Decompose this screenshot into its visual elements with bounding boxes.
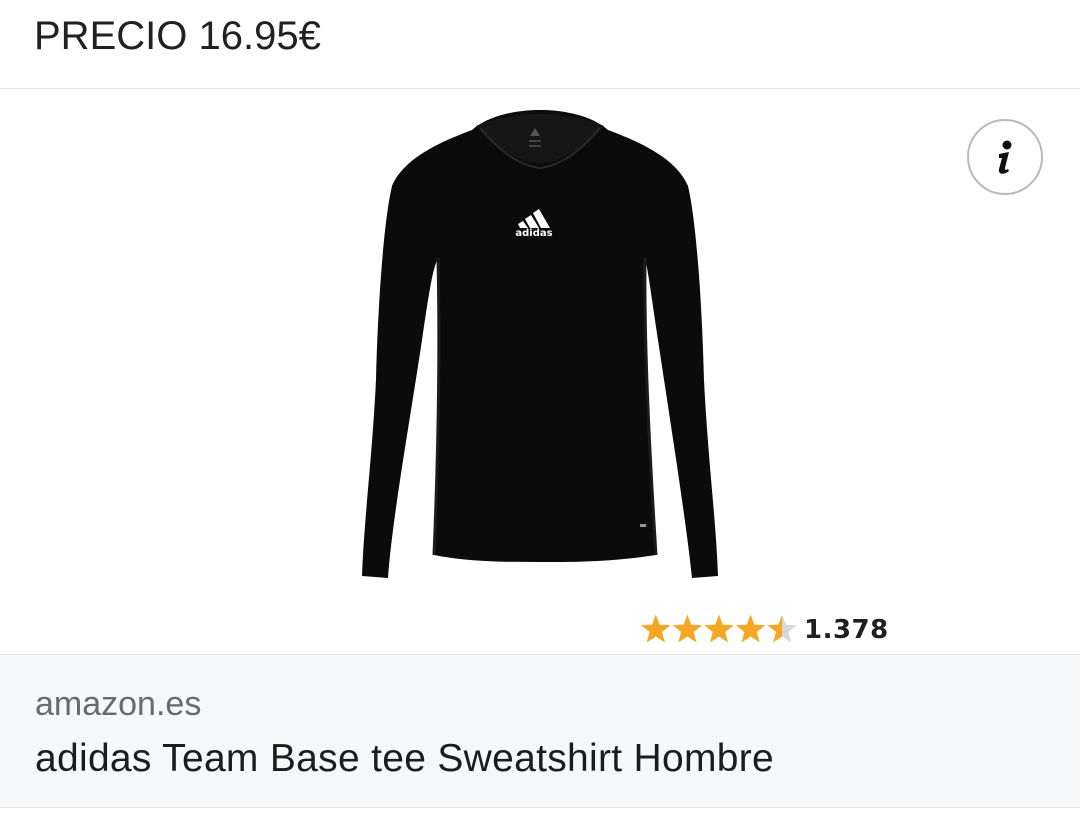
product-rating: 1.378 [640,610,889,650]
long-sleeve-shirt-image: adidas [362,110,718,578]
cutoff-link-text[interactable] [36,0,506,4]
star-icon [735,614,766,643]
product-image[interactable]: adidas [340,100,740,590]
star-icon [767,614,797,643]
logo-text: adidas [515,228,552,239]
product-title[interactable]: adidas Team Base tee Sweatshirt Hombre [35,737,774,781]
star-icon [641,614,671,643]
divider [0,88,1080,89]
info-icon [998,140,1012,174]
result-footer[interactable]: amazon.es adidas Team Base tee Sweatshir… [0,654,1080,808]
info-button[interactable] [967,119,1043,195]
star-rating-icon [641,614,797,643]
star-icon [672,614,703,643]
source-domain: amazon.es [35,685,202,723]
rating-count[interactable]: 1.378 [804,615,889,645]
star-icon [704,614,734,643]
price-text: PRECIO 16.95€ [34,14,321,58]
